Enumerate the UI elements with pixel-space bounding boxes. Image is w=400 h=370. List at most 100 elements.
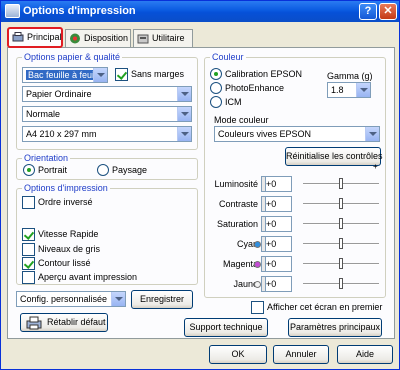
radio-mark[interactable] [210,68,222,80]
paper-quality-group-label: Options papier & qualité [22,52,123,62]
print-options-window: Options d'impression ? ✕ Principal Dispo… [0,0,400,370]
reset-defaults-button[interactable]: Rétablir défaut [20,313,108,332]
grayscale-checkbox[interactable]: Niveaux de gris [22,243,100,256]
adjustment-slider-thumb[interactable] [339,258,343,269]
show-screen-first-checkbox[interactable]: Afficher cet écran en premier [251,301,382,314]
adjustment-spinner[interactable] [261,196,266,212]
epson-calibration-label: Calibration EPSON [225,69,303,79]
chevron-down-icon[interactable] [177,107,191,121]
tab-disposition-label: Disposition [84,33,129,43]
cancel-button[interactable]: Annuler [273,345,329,364]
portrait-label: Portrait [38,165,68,175]
adjustment-slider-thumb[interactable] [339,178,343,189]
radio-mark[interactable] [97,164,109,176]
adjustment-spinner[interactable] [261,276,266,292]
adjustment-value-field[interactable]: +0 [262,216,292,232]
show-screen-first-label: Afficher cet écran en premier [267,302,383,312]
color-mode-label: Mode couleur [214,115,269,125]
paper-size-select[interactable]: A4 210 x 297 mm [22,126,192,142]
adjustment-spinner[interactable] [261,256,266,272]
help-button[interactable]: Aide [337,345,393,364]
adjustment-slider-thumb[interactable] [339,198,343,209]
main-settings-button[interactable]: Paramètres principaux [288,318,382,337]
checkbox-mark[interactable] [22,271,35,284]
checkbox-mark[interactable] [22,228,35,241]
photo-enhance-label: PhotoEnhance [225,83,285,93]
media-type-select[interactable]: Papier Ordinaire [22,86,192,102]
reset-controls-button[interactable]: Réinitialise les contrôles [285,147,383,166]
cyan-color-dot [254,241,261,248]
epson-calibration-radio[interactable]: Calibration EPSON [210,68,302,80]
gamma-value: 1.8 [331,85,344,95]
portrait-radio[interactable]: Portrait [23,164,67,176]
radio-mark[interactable] [210,82,222,94]
chevron-down-icon[interactable] [177,127,191,141]
print-options-group-label: Options d'impression [22,183,110,193]
checkbox-mark[interactable] [22,257,35,270]
jaune-color-dot [254,281,261,288]
adjustment-value-field[interactable]: +0 [262,276,292,292]
chevron-down-icon[interactable] [177,87,191,101]
help-title-button[interactable]: ? [359,3,377,20]
ok-button[interactable]: OK [209,345,267,364]
save-settings-button[interactable]: Enregistrer [131,290,193,309]
radio-mark[interactable] [23,164,35,176]
reverse-order-label: Ordre inversé [38,197,93,207]
adjustment-slider-thumb[interactable] [339,238,343,249]
title-bar[interactable]: Options d'impression ? ✕ [1,1,399,22]
high-speed-checkbox[interactable]: Vitesse Rapide [22,228,98,241]
adjustment-slider-thumb[interactable] [339,218,343,229]
principal-tab-icon [12,32,24,42]
tab-utilitaire[interactable]: Utilitaire [133,29,193,47]
adjustment-value-field[interactable]: +0 [262,236,292,252]
disposition-tab-icon [70,33,80,44]
checkbox-mark[interactable] [22,196,35,209]
landscape-label: Paysage [112,165,148,175]
reverse-order-checkbox[interactable]: Ordre inversé [22,196,93,209]
close-button[interactable]: ✕ [379,3,397,20]
adjustment-label: Magenta [222,259,258,269]
edge-smoothing-checkbox[interactable]: Contour lissé [22,257,91,270]
gamma-select[interactable]: 1.8 [327,82,371,98]
adjustment-value-field[interactable]: +0 [262,176,292,192]
quality-select[interactable]: Normale [22,106,192,122]
gamma-label: Gamma (g) [327,71,373,81]
tab-principal[interactable]: Principal [7,27,63,48]
icm-radio[interactable]: ICM [210,96,242,108]
adjustment-spinner[interactable] [261,176,266,192]
paper-size-value: A4 210 x 297 mm [26,129,97,139]
chevron-down-icon[interactable] [356,83,370,97]
reset-defaults-label: Rétablir défaut [47,317,106,327]
tech-support-button[interactable]: Support technique [184,318,268,337]
chevron-down-icon[interactable] [93,68,107,82]
chevron-down-icon[interactable] [365,127,379,141]
tab-disposition[interactable]: Disposition [65,29,131,47]
adjustment-value-field[interactable]: +0 [262,256,292,272]
tab-principal-label: Principal [27,32,62,42]
color-mode-select[interactable]: Couleurs vives EPSON [214,126,380,142]
adjustment-slider-thumb[interactable] [339,278,343,289]
adjustment-value-field[interactable]: +0 [262,196,292,212]
custom-settings-value: Config. personnalisée [20,294,108,304]
edge-smoothing-label: Contour lissé [38,258,91,268]
printer-icon [5,4,20,18]
photo-enhance-radio[interactable]: PhotoEnhance [210,82,284,94]
custom-settings-select[interactable]: Config. personnalisée [16,291,126,307]
checkbox-mark[interactable] [22,243,35,256]
media-type-value: Papier Ordinaire [26,89,92,99]
landscape-radio[interactable]: Paysage [97,164,147,176]
checkbox-mark[interactable] [115,68,128,81]
radio-mark[interactable] [210,96,222,108]
checkbox-mark[interactable] [251,301,264,314]
slider-plus-marker: + [373,162,378,171]
preview-checkbox[interactable]: Aperçu avant impression [22,271,137,284]
quality-value: Normale [26,109,61,119]
adjustment-label: Saturation [216,219,258,229]
adjustment-spinner[interactable] [261,236,266,252]
borderless-checkbox[interactable]: Sans marges [115,68,184,81]
chevron-down-icon[interactable] [111,292,125,306]
paper-source-select[interactable]: Bac feuille à feuille [22,67,108,83]
color-mode-value: Couleurs vives EPSON [218,129,312,139]
adjustment-spinner[interactable] [261,216,266,232]
utilitaire-tab-icon [137,34,149,44]
